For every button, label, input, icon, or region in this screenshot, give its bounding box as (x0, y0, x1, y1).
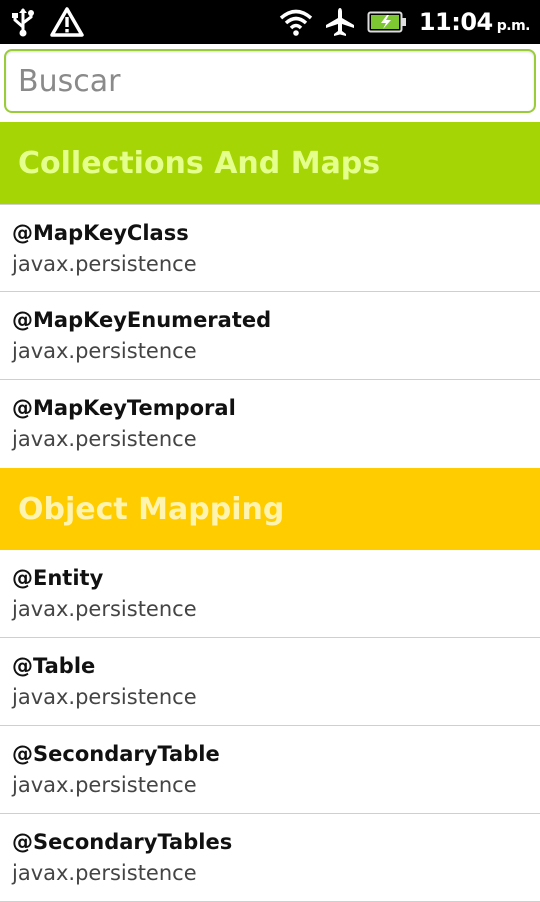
item-title: @Table (12, 654, 96, 678)
list-item[interactable]: @MapKeyClass javax.persistence (0, 204, 540, 292)
item-subtitle: javax.persistence (12, 861, 197, 885)
list-item[interactable]: @MapKeyTemporal javax.persistence (0, 380, 540, 468)
item-subtitle: javax.persistence (12, 339, 197, 363)
battery-charging-icon (367, 10, 407, 34)
list-item[interactable]: @SecondaryTables javax.persistence (0, 814, 540, 902)
list-item[interactable]: @Entity javax.persistence (0, 550, 540, 638)
item-title: @MapKeyTemporal (12, 396, 236, 420)
status-bar-right: 11:04 p.m. (279, 7, 531, 37)
item-subtitle: javax.persistence (12, 597, 197, 621)
item-title: @Entity (12, 566, 104, 590)
warning-icon (50, 7, 84, 37)
item-subtitle: javax.persistence (12, 773, 197, 797)
item-title: @MapKeyEnumerated (12, 308, 272, 332)
section-title: Collections And Maps (18, 145, 381, 181)
item-subtitle: javax.persistence (12, 685, 197, 709)
item-subtitle: javax.persistence (12, 252, 197, 276)
section-header-object-mapping[interactable]: Object Mapping (0, 468, 540, 550)
usb-icon (10, 7, 36, 37)
search-bar (0, 44, 540, 122)
item-title: @MapKeyClass (12, 221, 189, 245)
list-item[interactable]: @Table javax.persistence (0, 638, 540, 726)
section-header-collections-and-maps[interactable]: Collections And Maps (0, 122, 540, 204)
airplane-icon (325, 7, 355, 37)
clock-ampm: p.m. (496, 18, 531, 34)
clock-time: 11:04 (418, 8, 493, 36)
clock: 11:04 p.m. (418, 8, 531, 36)
search-input[interactable] (4, 49, 536, 113)
item-subtitle: javax.persistence (12, 427, 197, 451)
wifi-icon (279, 8, 313, 36)
item-title: @SecondaryTables (12, 830, 233, 854)
section-title: Object Mapping (18, 491, 285, 527)
list-item[interactable]: @SecondaryTable javax.persistence (0, 726, 540, 814)
item-title: @SecondaryTable (12, 742, 220, 766)
status-bar-left (10, 7, 84, 37)
list-item[interactable]: @MapKeyEnumerated javax.persistence (0, 292, 540, 380)
status-bar: 11:04 p.m. (0, 0, 540, 44)
